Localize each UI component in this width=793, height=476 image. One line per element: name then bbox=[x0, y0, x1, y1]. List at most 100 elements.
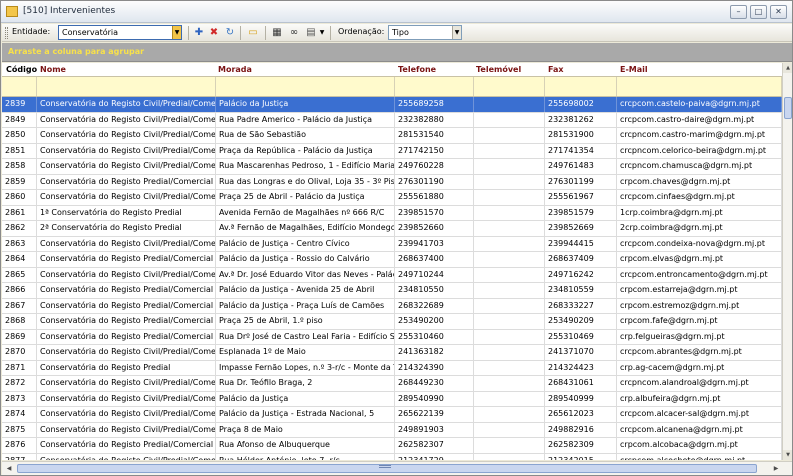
cell-telemovel[interactable] bbox=[474, 143, 545, 159]
cell-morada[interactable]: Praça 25 de Abril, 1.º piso bbox=[216, 314, 395, 329]
cell-telemovel[interactable] bbox=[474, 236, 545, 252]
scroll-left-icon[interactable]: ◀ bbox=[3, 463, 15, 474]
cell-email[interactable]: crcpcom.cinfaes@dgrn.mj.pt bbox=[617, 190, 782, 205]
cell-telefone[interactable]: 268322689 bbox=[395, 298, 474, 314]
cell-fax[interactable]: 249761483 bbox=[545, 159, 617, 174]
filter-cell-email[interactable] bbox=[617, 77, 782, 96]
cell-telefone[interactable]: 249710244 bbox=[395, 267, 474, 283]
cell-morada[interactable]: Palácio de Justiça - Centro Cívico bbox=[216, 236, 395, 252]
cell-morada[interactable]: Rua de São Sebastião bbox=[216, 128, 395, 143]
cell-codigo[interactable]: 2865 bbox=[2, 267, 37, 283]
cell-fax[interactable]: 255561967 bbox=[545, 190, 617, 205]
group-by-panel[interactable]: Arraste a coluna para agrupar bbox=[2, 43, 792, 62]
cell-email[interactable]: crcpncom.alandroal@dgrn.mj.pt bbox=[617, 376, 782, 391]
scroll-down-icon[interactable]: ▼ bbox=[783, 450, 792, 460]
cell-codigo[interactable]: 2851 bbox=[2, 143, 37, 159]
folder-icon[interactable]: ▭ bbox=[246, 26, 260, 40]
table-row[interactable]: 2872 Conservatória do Registo Civil/Predi… bbox=[2, 376, 782, 392]
table-row[interactable]: 2868 Conservatória do Registo Predial/Com… bbox=[2, 314, 782, 330]
binoculars-icon[interactable]: ∞ bbox=[287, 26, 301, 40]
cell-email[interactable]: crpcom.fafe@dgrn.mj.pt bbox=[617, 314, 782, 329]
cell-fax[interactable]: 239944415 bbox=[545, 236, 617, 252]
cell-nome[interactable]: Conservatória do Registo Predial/Comerci… bbox=[37, 314, 216, 329]
cell-codigo[interactable]: 2870 bbox=[2, 345, 37, 360]
cell-telemovel[interactable] bbox=[474, 438, 545, 453]
cell-fax[interactable]: 214324423 bbox=[545, 360, 617, 376]
cell-email[interactable]: crp.ag-cacem@dgrn.mj.pt bbox=[617, 360, 782, 376]
cell-codigo[interactable]: 2869 bbox=[2, 329, 37, 345]
cell-morada[interactable]: Praça 25 de Abril - Palácio da Justiça bbox=[216, 190, 395, 205]
cell-email[interactable]: crcpcom.castelo-paiva@dgrn.mj.pt bbox=[617, 97, 782, 112]
column-header-fax[interactable]: Fax bbox=[548, 65, 564, 74]
cell-telefone[interactable]: 249891903 bbox=[395, 422, 474, 438]
cell-nome[interactable]: Conservatória do Registo Civil/Predial/C… bbox=[37, 267, 216, 283]
cell-telemovel[interactable] bbox=[474, 360, 545, 376]
table-row[interactable]: 2873 Conservatória do Registo Civil/Predi… bbox=[2, 391, 782, 407]
table-row[interactable]: 2862 2ª Conservatória do Registo Predial A… bbox=[2, 221, 782, 237]
cell-telefone[interactable]: 262582307 bbox=[395, 438, 474, 453]
cell-codigo[interactable]: 2849 bbox=[2, 112, 37, 128]
column-header-email[interactable]: E-Mail bbox=[620, 65, 648, 74]
cell-email[interactable]: crcpcom.abrantes@dgrn.mj.pt bbox=[617, 345, 782, 360]
cell-telefone[interactable]: 239852660 bbox=[395, 221, 474, 236]
cell-morada[interactable]: Rua Hélder António, lote 7, r/c bbox=[216, 453, 395, 460]
cell-codigo[interactable]: 2873 bbox=[2, 391, 37, 407]
cell-email[interactable]: crpcom.chaves@dgrn.mj.pt bbox=[617, 174, 782, 190]
cell-nome[interactable]: Conservatória do Registo Civil/Predial/C… bbox=[37, 159, 216, 174]
cell-codigo[interactable]: 2871 bbox=[2, 360, 37, 376]
cell-telefone[interactable]: 241363182 bbox=[395, 345, 474, 360]
print-dropdown-icon[interactable]: ▼ bbox=[318, 26, 326, 40]
cell-nome[interactable]: Conservatória do Registo Civil/Predial/C… bbox=[37, 345, 216, 360]
cell-codigo[interactable]: 2864 bbox=[2, 252, 37, 267]
table-row[interactable]: 2850 Conservatória do Registo Civil/Predi… bbox=[2, 128, 782, 144]
cell-telefone[interactable]: 276301190 bbox=[395, 174, 474, 190]
cell-codigo[interactable]: 2872 bbox=[2, 376, 37, 391]
cell-email[interactable]: crp.felgueiras@dgrn.mj.pt bbox=[617, 329, 782, 345]
cell-nome[interactable]: Conservatória do Registo Predial/Comerci… bbox=[37, 298, 216, 314]
cell-telemovel[interactable] bbox=[474, 252, 545, 267]
cell-fax[interactable]: 276301199 bbox=[545, 174, 617, 190]
table-row[interactable]: 2849 Conservatória do Registo Civil/Predi… bbox=[2, 112, 782, 128]
cell-email[interactable]: crcpcom.condeixa-nova@dgrn.mj.pt bbox=[617, 236, 782, 252]
cell-codigo[interactable]: 2858 bbox=[2, 159, 37, 174]
cell-fax[interactable]: 241371070 bbox=[545, 345, 617, 360]
cell-fax[interactable]: 253490209 bbox=[545, 314, 617, 329]
cell-fax[interactable]: 268637409 bbox=[545, 252, 617, 267]
cell-telefone[interactable]: 239941703 bbox=[395, 236, 474, 252]
cell-fax[interactable]: 265612023 bbox=[545, 407, 617, 422]
cell-email[interactable]: crpcom.alcobaca@dgrn.mj.pt bbox=[617, 438, 782, 453]
cell-fax[interactable]: 234810559 bbox=[545, 283, 617, 298]
cell-telemovel[interactable] bbox=[474, 97, 545, 112]
cell-email[interactable]: crcpcom.alcochete@dgrn.mj.pt bbox=[617, 453, 782, 460]
table-row[interactable]: 2869 Conservatória do Registo Predial/Com… bbox=[2, 329, 782, 345]
cell-codigo[interactable]: 2877 bbox=[2, 453, 37, 460]
maximize-button[interactable]: □ bbox=[750, 5, 767, 19]
cell-telemovel[interactable] bbox=[474, 329, 545, 345]
cell-telemovel[interactable] bbox=[474, 159, 545, 174]
cell-telemovel[interactable] bbox=[474, 190, 545, 205]
cell-telefone[interactable]: 255310460 bbox=[395, 329, 474, 345]
cell-morada[interactable]: Avenida Fernão de Magalhães nº 666 R/C bbox=[216, 205, 395, 221]
cell-telemovel[interactable] bbox=[474, 205, 545, 221]
cell-fax[interactable]: 249716242 bbox=[545, 267, 617, 283]
table-row[interactable]: 2858 Conservatória do Registo Civil/Predi… bbox=[2, 159, 782, 175]
cell-nome[interactable]: Conservatória do Registo Civil/Predial/C… bbox=[37, 236, 216, 252]
cell-fax[interactable]: 271741354 bbox=[545, 143, 617, 159]
cell-email[interactable]: crp.albufeira@dgrn.mj.pt bbox=[617, 391, 782, 407]
cell-telefone[interactable]: 239851570 bbox=[395, 205, 474, 221]
cell-telemovel[interactable] bbox=[474, 453, 545, 460]
cell-fax[interactable]: 255310469 bbox=[545, 329, 617, 345]
cell-fax[interactable]: 281531900 bbox=[545, 128, 617, 143]
table-row[interactable]: 2877 Conservatória do Registo Civil/Predi… bbox=[2, 453, 782, 460]
cell-nome[interactable]: Conservatória do Registo Civil/Predial/C… bbox=[37, 376, 216, 391]
cell-morada[interactable]: Palácio da Justiça bbox=[216, 391, 395, 407]
cell-codigo[interactable]: 2861 bbox=[2, 205, 37, 221]
column-header-nome[interactable]: Nome bbox=[40, 65, 66, 74]
cell-email[interactable]: crcpncom.celorico-beira@dgrn.mj.pt bbox=[617, 143, 782, 159]
filter-cell-telemovel[interactable] bbox=[474, 77, 545, 96]
cell-nome[interactable]: Conservatória do Registo Predial bbox=[37, 360, 216, 376]
cell-codigo[interactable]: 2874 bbox=[2, 407, 37, 422]
cell-codigo[interactable]: 2863 bbox=[2, 236, 37, 252]
cell-email[interactable]: crcpcom.alcacer-sal@dgrn.mj.pt bbox=[617, 407, 782, 422]
cell-codigo[interactable]: 2859 bbox=[2, 174, 37, 190]
